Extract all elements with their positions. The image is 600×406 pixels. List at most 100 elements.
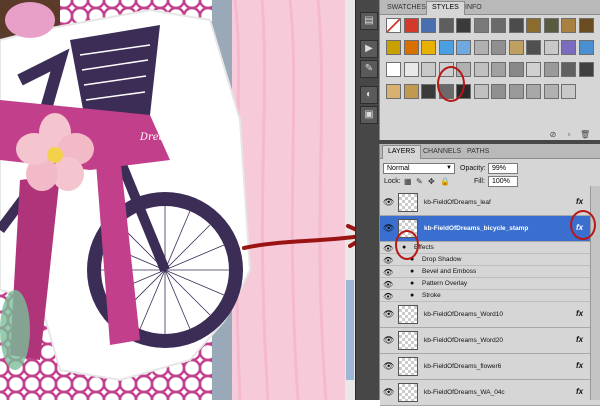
eye-icon[interactable]: 👁 [383,336,394,345]
effect-eye-icon[interactable]: ● [410,280,414,287]
eye-icon[interactable]: 👁 [383,388,394,397]
masks-panel-icon[interactable]: ▣ [360,106,378,124]
style-swatch[interactable] [526,84,541,99]
styles-panel: SWATCHES STYLES INFO ⊘ ▫ 🗑 [379,0,600,143]
fx-icon[interactable]: fx [576,197,583,206]
style-swatch[interactable] [386,84,401,99]
style-swatch[interactable] [403,40,419,55]
style-swatch[interactable] [386,18,401,33]
tab-channels[interactable]: CHANNELS [418,146,466,158]
style-swatch[interactable] [526,62,541,77]
fill-label: Fill: [474,178,485,185]
style-swatch[interactable] [421,40,436,55]
eye-icon[interactable]: 👁 [383,256,393,265]
document-canvas[interactable]: Dream fi [0,0,355,400]
style-swatch[interactable] [473,62,489,77]
tab-swatches[interactable]: SWATCHES [382,2,431,14]
clear-style-icon[interactable]: ⊘ [548,130,558,139]
layer-row[interactable]: 👁kb-FieldOfDreams_WA_04cfx▾ [380,380,600,406]
fx-icon[interactable]: fx [576,387,583,396]
new-style-icon[interactable]: ▫ [564,130,574,139]
lock-brush-icon[interactable]: ✎ [416,178,424,186]
eye-icon[interactable]: 👁 [383,362,394,371]
style-swatch[interactable] [543,84,559,99]
style-swatch[interactable] [491,62,506,77]
style-swatch[interactable] [491,18,506,33]
style-swatch[interactable] [438,40,454,55]
style-swatch[interactable] [473,84,489,99]
style-swatch[interactable] [561,84,576,99]
annotation-circle-style [437,66,465,102]
delete-style-icon[interactable]: 🗑 [580,130,590,139]
blend-mode-select[interactable]: Normal ▼ [383,163,455,174]
layers-tabbar: LAYERS CHANNELS PATHS [380,144,600,159]
layer-row[interactable]: 👁kb-FieldOfDreams_leaffx▾ [380,190,600,216]
style-swatch[interactable] [578,62,594,77]
lock-all-icon[interactable]: 🔒 [440,178,450,186]
tab-info[interactable]: INFO [460,2,487,14]
style-swatch[interactable] [561,62,576,77]
fx-icon[interactable]: fx [576,335,583,344]
style-swatch[interactable] [403,18,419,33]
tag-text: fi [174,148,181,158]
style-swatch[interactable] [473,18,489,33]
style-swatch[interactable] [403,84,419,99]
adjustments-panel-icon[interactable]: ◐ [360,86,378,104]
style-swatch[interactable] [526,40,541,55]
style-swatch[interactable] [421,62,436,77]
fill-input[interactable]: 100% [488,176,518,187]
style-swatch[interactable] [421,18,436,33]
style-swatch[interactable] [508,40,524,55]
tab-layers[interactable]: LAYERS [382,145,422,159]
history-panel-icon[interactable]: ▤ [360,12,378,30]
fx-icon[interactable]: fx [576,309,583,318]
opacity-input[interactable]: 99% [488,163,518,174]
layer-row[interactable]: 👁kb-FieldOfDreams_flower6fx▾ [380,354,600,380]
effect-name: Stroke [422,292,441,299]
style-swatch[interactable] [508,18,524,33]
eye-icon[interactable]: 👁 [383,224,394,233]
eye-icon[interactable]: 👁 [383,310,394,319]
style-swatch[interactable] [526,18,541,33]
fx-icon[interactable]: fx [576,361,583,370]
style-swatch[interactable] [403,62,419,77]
layer-row[interactable]: 👁kb-FieldOfDreams_Word20fx▾ [380,328,600,354]
style-swatch[interactable] [543,18,559,33]
style-swatch[interactable] [578,40,594,55]
effect-row[interactable]: 👁 ● Bevel and Emboss [380,266,600,278]
eye-icon[interactable]: 👁 [383,198,394,207]
effect-row[interactable]: 👁 ● Stroke [380,290,600,302]
style-swatch[interactable] [456,18,471,33]
style-swatch[interactable] [578,18,594,33]
style-swatch[interactable] [473,40,489,55]
effect-eye-icon[interactable]: ● [410,292,414,299]
layer-row[interactable]: 👁kb-FieldOfDreams_Word10fx▾ [380,302,600,328]
style-swatch[interactable] [561,40,576,55]
effect-name: Pattern Overlay [422,280,468,287]
lock-move-icon[interactable]: ✥ [428,178,436,186]
effect-eye-icon[interactable]: ● [410,268,414,275]
style-swatch[interactable] [543,40,559,55]
tab-paths[interactable]: PATHS [462,146,494,158]
eye-icon[interactable]: 👁 [383,268,393,277]
style-swatch[interactable] [561,18,576,33]
effect-row[interactable]: 👁 ● Pattern Overlay [380,278,600,290]
eye-icon[interactable]: 👁 [383,244,393,253]
brush-panel-icon[interactable]: ✎ [360,60,378,78]
style-swatch[interactable] [386,62,401,77]
style-swatch[interactable] [508,84,524,99]
style-swatch[interactable] [386,40,401,55]
lock-transparent-icon[interactable]: ▦ [404,178,412,186]
style-swatch[interactable] [543,62,559,77]
style-swatch[interactable] [491,40,506,55]
style-swatch[interactable] [421,84,436,99]
style-swatch[interactable] [456,40,471,55]
eye-icon[interactable]: 👁 [383,280,393,289]
actions-panel-icon[interactable]: ▶ [360,40,378,58]
lock-label: Lock: [384,178,401,185]
style-swatch[interactable] [438,18,454,33]
style-swatch[interactable] [508,62,524,77]
eye-icon[interactable]: 👁 [383,292,393,301]
annotation-circle-fx [570,210,596,240]
style-swatch[interactable] [491,84,506,99]
